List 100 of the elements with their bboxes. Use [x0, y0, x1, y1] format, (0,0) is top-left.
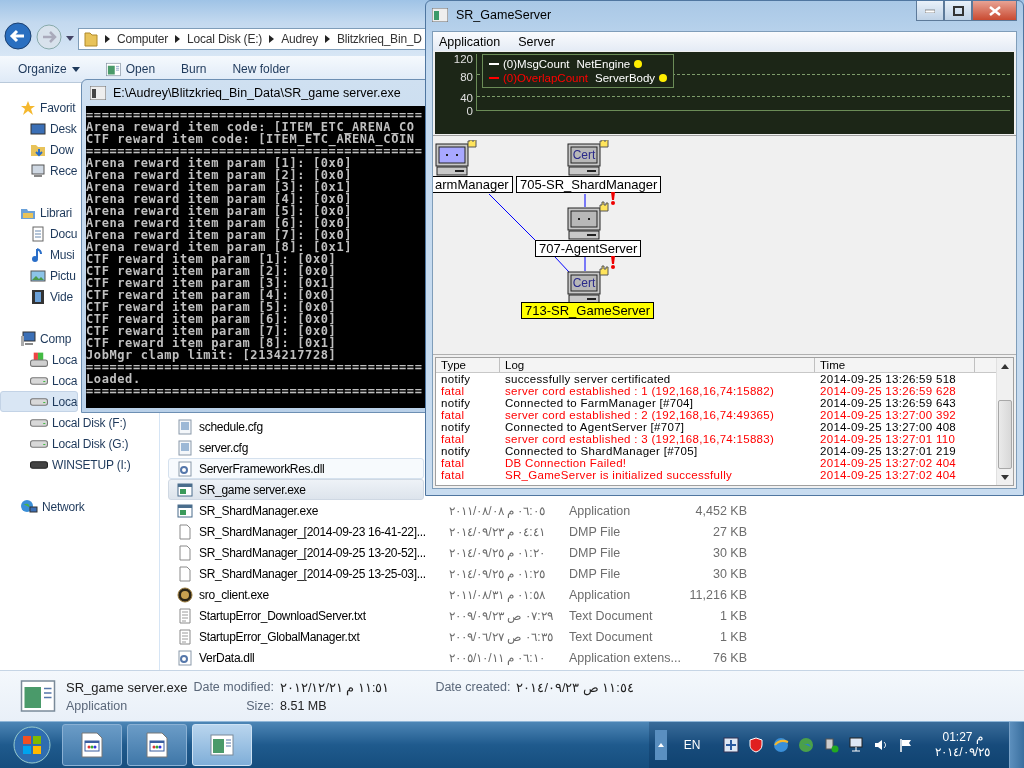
scrollbar[interactable] [996, 358, 1013, 485]
breadcrumb[interactable]: Computer [117, 32, 169, 46]
nav-item[interactable]: Loca [0, 349, 79, 370]
nav-item[interactable]: WINSETUP (I:) [0, 454, 132, 475]
nav-item[interactable]: Vide [0, 286, 74, 307]
column-header[interactable]: Log [500, 358, 815, 372]
text-file-icon [177, 607, 193, 624]
caret-icon[interactable] [66, 36, 74, 41]
file-date: ٢٠١٤/٠٩/٢٥ م ٠١:٢٥ [449, 566, 546, 581]
menu-item[interactable]: Server [518, 34, 555, 49]
clock[interactable]: 01:27 م ٢٠١٤/٠٩/٢٥ [935, 730, 990, 760]
minimize-button[interactable] [916, 1, 944, 21]
hand-icon [599, 265, 609, 276]
node-label[interactable]: 705-SR_ShardManager [516, 176, 662, 193]
computer-icon [20, 330, 36, 347]
console-line: Loaded. [86, 373, 142, 385]
log-cell-text: server cord established : 1 (192,168,16,74:15882) [504, 385, 776, 397]
nav-item[interactable]: Loca [0, 391, 79, 412]
drive-icon [30, 460, 48, 469]
globe-icon[interactable] [773, 737, 790, 753]
column-header[interactable]: Type [436, 358, 500, 372]
application-icon [177, 502, 193, 519]
menu-item[interactable]: Application [439, 34, 501, 49]
log-cell-text: 2014-09-25 13:27:00 408 [819, 421, 958, 433]
log-cell-text: fatal [440, 385, 466, 397]
file-row[interactable]: schedule.cfg [168, 416, 424, 437]
toolbar-button[interactable]: Organize [18, 61, 80, 77]
nav-item[interactable]: Comp [0, 328, 73, 349]
chevron-icon[interactable] [105, 35, 110, 43]
node-label[interactable]: 707-AgentServer [535, 240, 642, 257]
language-indicator[interactable]: EN [683, 738, 701, 752]
field-label: Size: [245, 698, 274, 713]
drive-icon [30, 397, 48, 406]
breadcrumb[interactable]: Audrey [281, 32, 318, 46]
chevron-icon[interactable] [269, 35, 275, 43]
breadcrumb[interactable]: Local Disk (E:) [187, 32, 263, 46]
log-cell-text: 2014-09-25 13:27:01 110 [819, 433, 957, 445]
status-dot [659, 74, 668, 82]
toolbar-button[interactable]: Open [105, 61, 156, 77]
file-name: SR_ShardManager_[2014-09-25 13-25-03]... [199, 566, 427, 581]
file-name: server.cfg [199, 440, 250, 455]
file-date: ٢٠١٤/٠٩/٢٥ م ٠١:٢٠ [449, 545, 546, 560]
nav-item[interactable]: Librari [0, 202, 73, 223]
nav-item[interactable]: Network [0, 496, 86, 517]
address-field[interactable]: Computer Local Disk (E:) Audrey Blitzkrieq_Bin_D [78, 28, 426, 50]
file-date: ٢٠٠٥/١٠/١١ م ٠٦:١٠ [449, 650, 546, 665]
drive-icon [30, 418, 48, 427]
toolbar-button[interactable]: Burn [181, 61, 207, 77]
file-row[interactable]: SR_game server.exe [168, 479, 424, 500]
column-header[interactable]: Time [815, 358, 975, 372]
node-label[interactable]: armManager [433, 176, 513, 193]
shield-icon[interactable] [748, 737, 765, 753]
chevron-icon[interactable] [324, 35, 330, 43]
nav-item[interactable]: Dow [0, 139, 75, 160]
computer-icon[interactable] [567, 143, 601, 176]
back-button[interactable] [4, 22, 32, 50]
computer-icon[interactable] [435, 143, 469, 176]
file-row[interactable]: ServerFrameworkRes.dll [168, 458, 424, 479]
computer-icon[interactable] [567, 271, 601, 304]
file-row[interactable]: server.cfg [168, 437, 424, 458]
console-line: CTF reward item param [8]: [0x1] [86, 337, 338, 349]
start-button[interactable] [10, 725, 54, 765]
scroll-up-icon [1001, 363, 1009, 369]
file-icon [177, 565, 193, 582]
drive-icon [30, 376, 48, 385]
nav-item[interactable]: Favorit [0, 97, 77, 118]
nav-item[interactable]: Docu [0, 223, 79, 244]
axis-label: 120 [453, 53, 473, 65]
maximize-button[interactable] [944, 1, 972, 21]
device-check-icon[interactable] [823, 737, 840, 753]
console-line: =========================================== [86, 145, 424, 157]
computer-icon[interactable] [567, 207, 601, 240]
file-type: Application [569, 587, 632, 602]
taskbar-button[interactable] [62, 724, 122, 766]
nav-item[interactable]: Desk [0, 118, 78, 139]
settings-file-icon [177, 418, 193, 435]
nav-item[interactable]: Musi [0, 244, 76, 265]
toolbar-button[interactable]: New folder [232, 61, 290, 77]
nav-item[interactable]: Local Disk (F:) [0, 412, 128, 433]
settings-file-icon [177, 439, 193, 456]
hand-icon [467, 140, 477, 148]
chevron-icon[interactable] [175, 35, 181, 43]
nav-item[interactable]: Rece [0, 160, 79, 181]
log-cell-text: 2014-09-25 13:27:00 392 [819, 409, 958, 421]
taskbar-button[interactable] [127, 724, 187, 766]
star-icon [20, 99, 36, 116]
log-cell-text: 2014-09-25 13:26:59 628 [819, 385, 958, 397]
nav-item[interactable]: Local Disk (G:) [0, 433, 130, 454]
breadcrumb[interactable]: Blitzkrieq_Bin_D [336, 32, 422, 46]
nav-item[interactable]: Pictu [0, 265, 77, 286]
close-icon [988, 5, 1001, 16]
network-icon[interactable] [848, 737, 865, 753]
file-name: sro_client.exe [199, 587, 270, 602]
nav-item[interactable]: Loca [0, 370, 79, 391]
log-cell-text: 2014-09-25 13:27:02 404 [819, 469, 958, 481]
node-label[interactable]: 713-SR_GameServer [521, 302, 654, 319]
globe-icon[interactable] [798, 737, 815, 753]
close-button[interactable] [972, 1, 1017, 21]
application-icon [210, 733, 234, 757]
log-cell-text: Connected to AgentServer [#707] [504, 421, 686, 433]
